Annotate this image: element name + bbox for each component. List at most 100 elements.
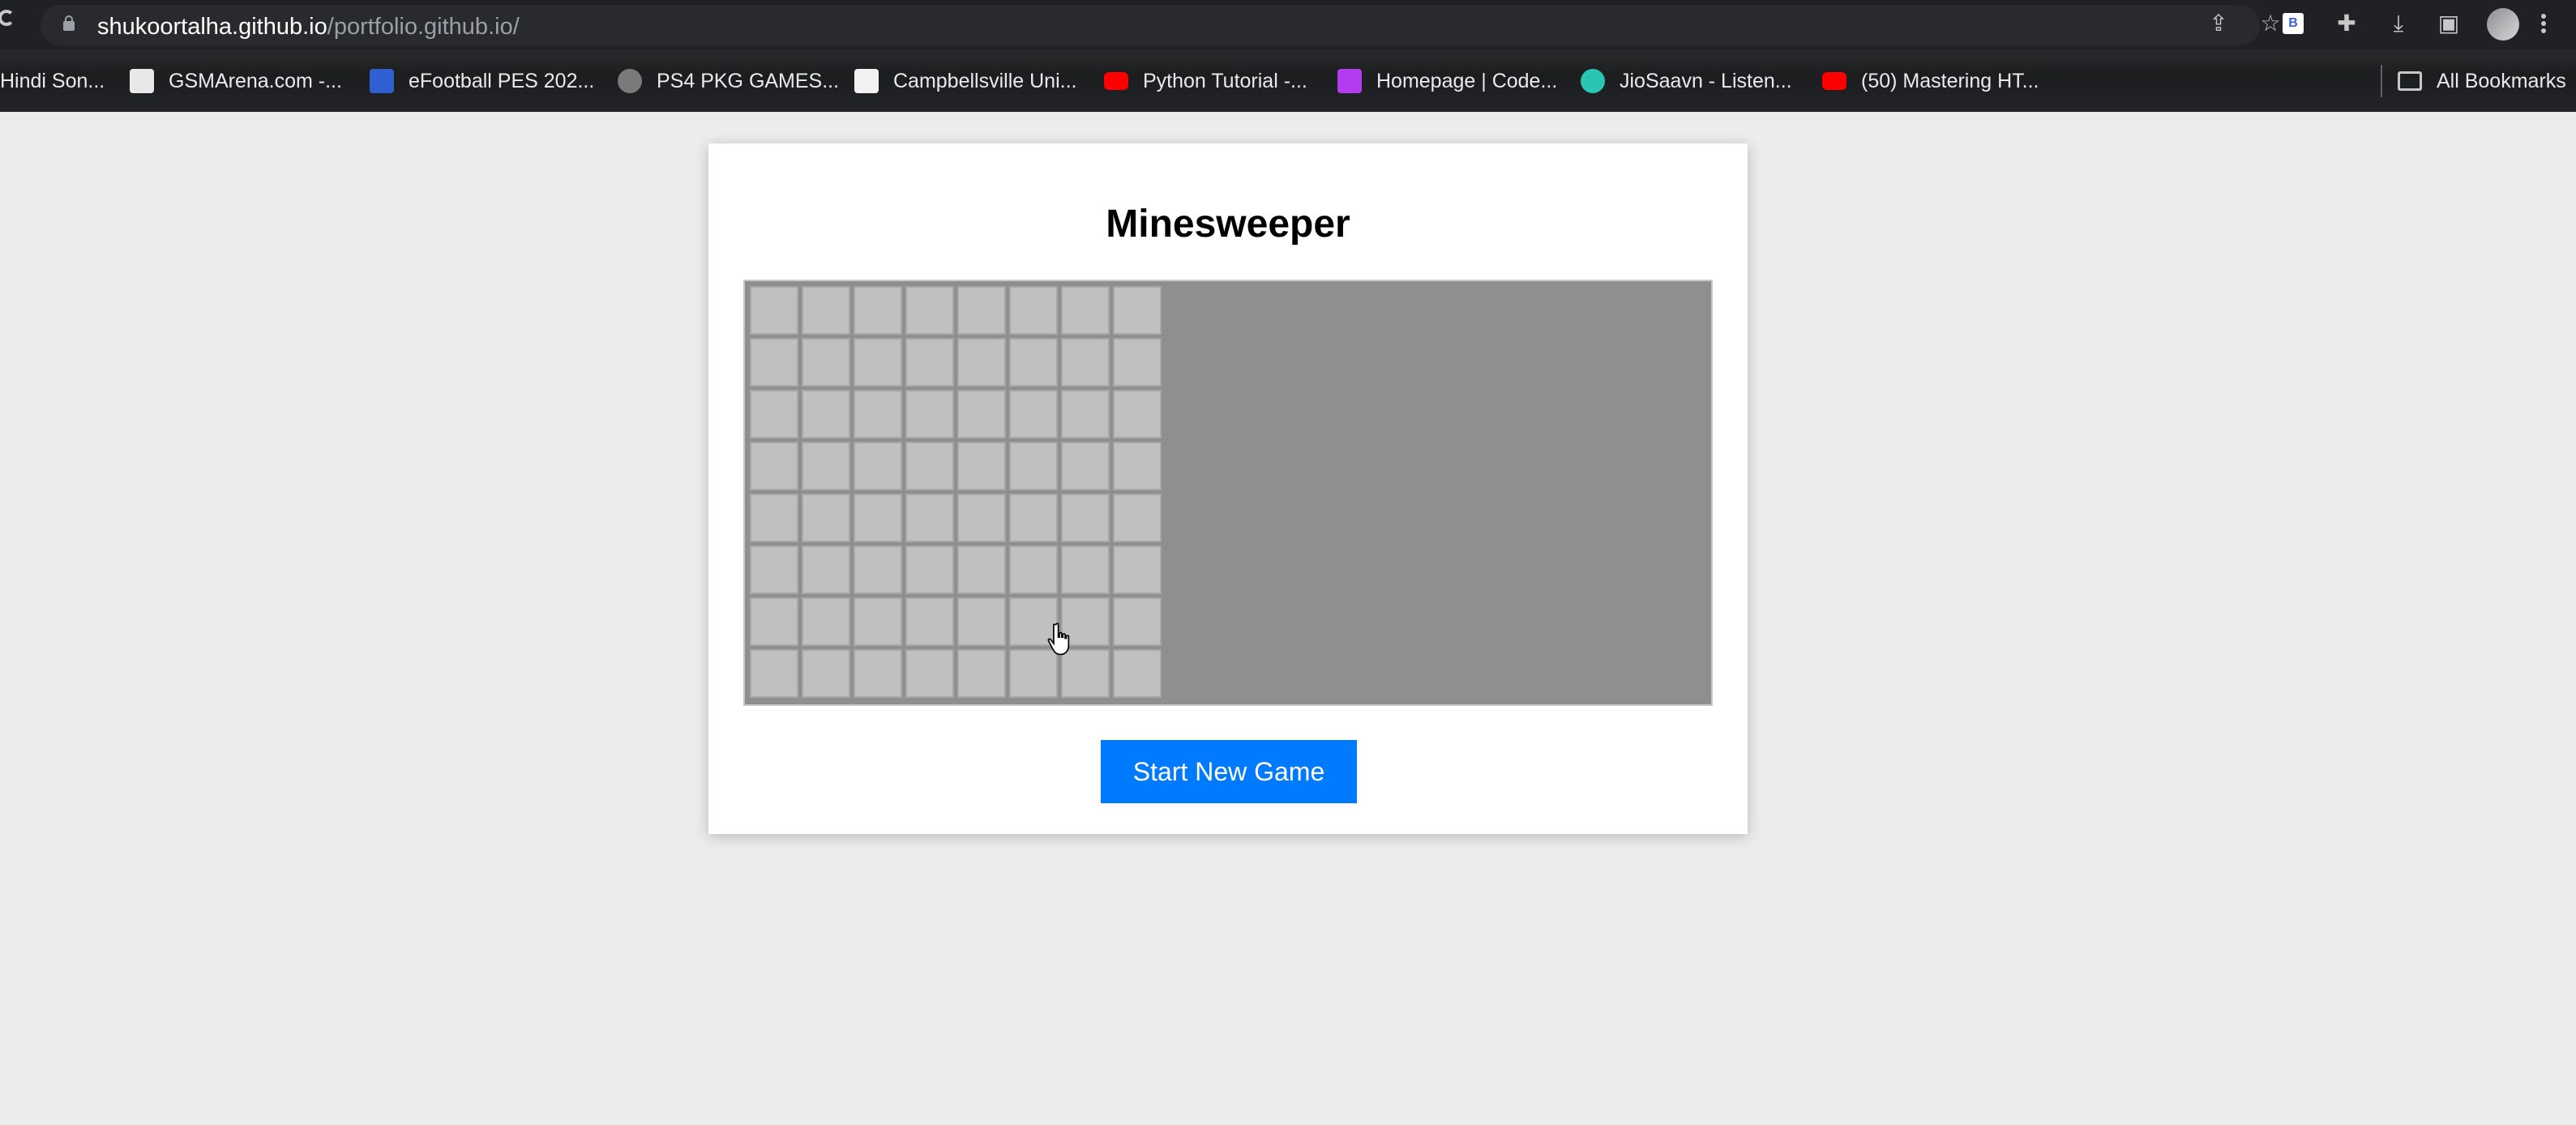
youtube-icon — [1822, 72, 1846, 90]
mine-cell[interactable] — [905, 649, 954, 698]
mine-cell[interactable] — [1113, 649, 1162, 698]
share-icon[interactable]: ⇪ — [2206, 11, 2231, 36]
mine-cell[interactable] — [957, 338, 1006, 387]
mine-cell[interactable] — [750, 390, 798, 438]
mine-cell[interactable] — [905, 494, 954, 542]
bookmark-homepage-code[interactable]: Homepage | Code... — [1337, 65, 1557, 97]
mine-cell[interactable] — [854, 390, 902, 438]
address-bar[interactable]: shukoortalha.github.io/portfolio.github.… — [41, 5, 2281, 45]
campbellsville-favicon-icon — [854, 69, 879, 93]
mine-cell[interactable] — [1113, 494, 1162, 542]
mine-cell[interactable] — [750, 597, 798, 646]
start-new-game-button[interactable]: Start New Game — [1101, 740, 1357, 803]
bookmark-gsmarena[interactable]: GSMArena.com -... — [130, 65, 342, 97]
mine-cell[interactable] — [1113, 390, 1162, 438]
globe-icon — [618, 69, 642, 93]
bookmark-label: Campbellsville Uni... — [893, 69, 1077, 92]
profile-avatar[interactable] — [2487, 8, 2519, 41]
mine-cell[interactable] — [1061, 286, 1110, 335]
extensions-puzzle-icon[interactable]: ✚ — [2334, 11, 2359, 36]
extension-b-icon[interactable]: B — [2283, 13, 2304, 34]
mine-cell[interactable] — [1061, 390, 1110, 438]
side-panel-icon[interactable]: ▣ — [2437, 11, 2461, 36]
mine-cell[interactable] — [854, 442, 902, 490]
bookmark-python-tutorial[interactable]: Python Tutorial -... — [1104, 65, 1307, 97]
bookmarks-bar: Hindi Son... GSMArena.com -... eFootball… — [0, 50, 2576, 112]
url-host: shukoortalha.github.io — [97, 14, 327, 40]
bookmark-star-icon[interactable]: ☆ — [2258, 11, 2283, 36]
mine-cell[interactable] — [1009, 338, 1058, 387]
mine-cell[interactable] — [750, 442, 798, 490]
bookmark-label: eFootball PES 202... — [409, 69, 595, 92]
bookmark-jiosaavn[interactable]: JioSaavn - Listen... — [1581, 65, 1792, 97]
bookmark-label: (50) Mastering HT... — [1861, 69, 2039, 92]
mine-cell[interactable] — [1009, 390, 1058, 438]
mine-cell[interactable] — [802, 390, 850, 438]
reload-icon[interactable] — [0, 10, 15, 26]
mine-cell[interactable] — [750, 286, 798, 335]
mine-cell[interactable] — [854, 649, 902, 698]
mine-cell[interactable] — [905, 545, 954, 594]
bookmark-efootball[interactable]: eFootball PES 202... — [370, 65, 594, 97]
mine-cell[interactable] — [1009, 286, 1058, 335]
mine-cell[interactable] — [905, 390, 954, 438]
all-bookmarks-button[interactable]: All Bookmarks — [2398, 65, 2566, 97]
mine-cell[interactable] — [750, 494, 798, 542]
mine-cell[interactable] — [802, 545, 850, 594]
mine-cell[interactable] — [750, 545, 798, 594]
url-text[interactable]: shukoortalha.github.io/portfolio.github.… — [97, 14, 520, 41]
mine-cell[interactable] — [1009, 545, 1058, 594]
folder-icon — [2398, 71, 2422, 91]
mine-cell[interactable] — [1113, 286, 1162, 335]
bookmark-label: Python Tutorial -... — [1143, 69, 1307, 92]
download-icon[interactable]: ⤓ — [2386, 11, 2411, 36]
mine-cell[interactable] — [957, 390, 1006, 438]
mine-cell[interactable] — [1061, 494, 1110, 542]
bookmark-hindi-songs[interactable]: Hindi Son... — [0, 65, 105, 97]
bookmark-campbellsville[interactable]: Campbellsville Uni... — [854, 65, 1076, 97]
mine-cell[interactable] — [1113, 442, 1162, 490]
mine-cell[interactable] — [1061, 338, 1110, 387]
bookmark-label: GSMArena.com -... — [169, 69, 342, 92]
mine-cell[interactable] — [854, 545, 902, 594]
mine-cell[interactable] — [802, 338, 850, 387]
mine-cell[interactable] — [802, 494, 850, 542]
url-path: /portfolio.github.io/ — [327, 14, 520, 40]
mine-cell[interactable] — [1113, 597, 1162, 646]
lock-icon[interactable] — [63, 15, 75, 31]
code-favicon-icon — [1337, 69, 1362, 93]
bookmark-ps4-pkg[interactable]: PS4 PKG GAMES... — [618, 65, 839, 97]
mine-cell[interactable] — [802, 649, 850, 698]
mine-cell[interactable] — [854, 597, 902, 646]
mine-cell[interactable] — [905, 286, 954, 335]
minefield-grid — [750, 286, 1162, 698]
mine-cell[interactable] — [854, 286, 902, 335]
bookmark-mastering-html[interactable]: (50) Mastering HT... — [1822, 65, 2039, 97]
mine-cell[interactable] — [750, 649, 798, 698]
mine-cell[interactable] — [905, 338, 954, 387]
mine-cell[interactable] — [854, 338, 902, 387]
mine-cell[interactable] — [1009, 442, 1058, 490]
kebab-menu-icon[interactable] — [2537, 11, 2550, 36]
mine-cell[interactable] — [1061, 442, 1110, 490]
mine-cell[interactable] — [802, 442, 850, 490]
mine-cell[interactable] — [1009, 494, 1058, 542]
mine-cell[interactable] — [1113, 338, 1162, 387]
mine-cell[interactable] — [802, 597, 850, 646]
mine-cell[interactable] — [957, 597, 1006, 646]
mine-cell[interactable] — [1113, 545, 1162, 594]
mine-cell[interactable] — [957, 494, 1006, 542]
game-board — [743, 280, 1713, 706]
mine-cell[interactable] — [957, 442, 1006, 490]
mine-cell[interactable] — [905, 442, 954, 490]
mine-cell[interactable] — [802, 286, 850, 335]
mine-cell[interactable] — [957, 286, 1006, 335]
all-bookmarks-label: All Bookmarks — [2437, 69, 2566, 92]
mine-cell[interactable] — [1061, 545, 1110, 594]
mine-cell[interactable] — [957, 545, 1006, 594]
bookmark-label: PS4 PKG GAMES... — [657, 69, 840, 92]
mine-cell[interactable] — [854, 494, 902, 542]
mine-cell[interactable] — [750, 338, 798, 387]
mine-cell[interactable] — [905, 597, 954, 646]
mine-cell[interactable] — [957, 649, 1006, 698]
